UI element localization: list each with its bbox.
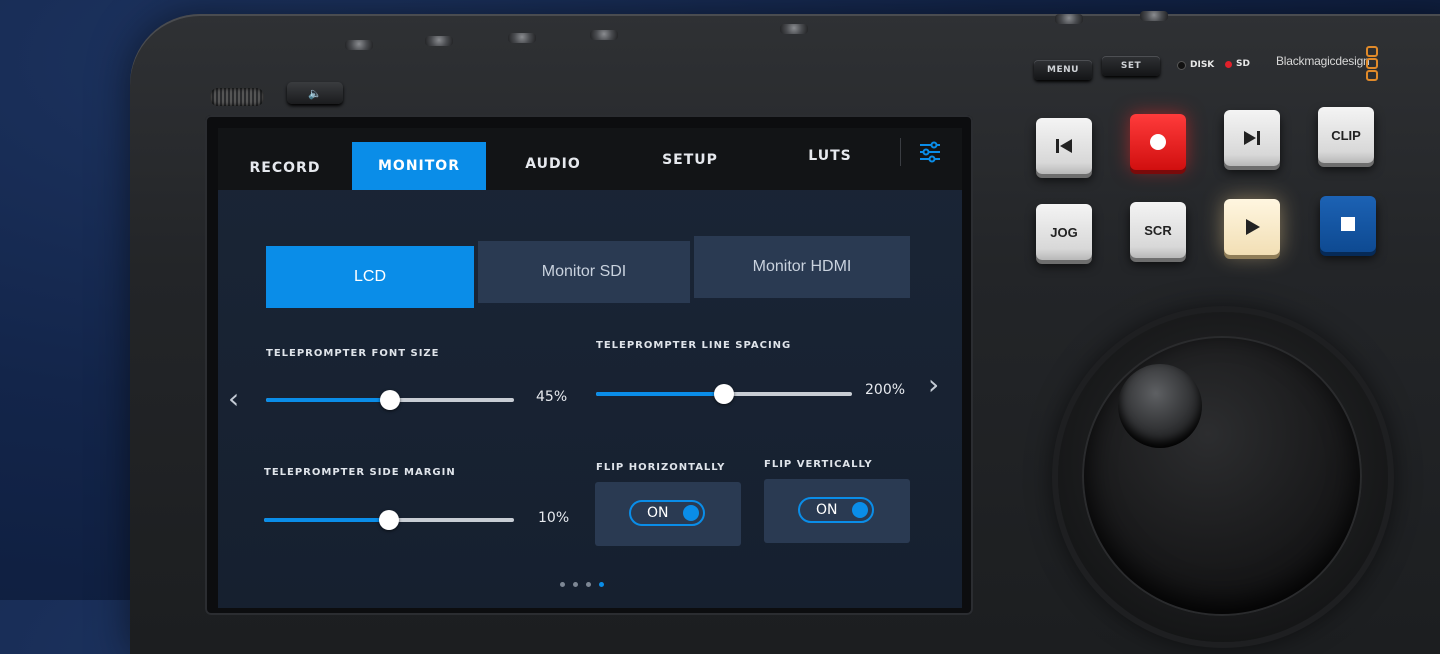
- tab-luts[interactable]: LUTS: [760, 134, 900, 178]
- side-margin-label: TELEPROMPTER SIDE MARGIN: [264, 467, 456, 478]
- record-icon: [1150, 134, 1166, 150]
- segment-monitor-sdi[interactable]: Monitor SDI: [478, 241, 690, 303]
- jog-wheel-face: [1082, 336, 1362, 616]
- skip-previous-icon: [1056, 139, 1072, 153]
- connector-jack: [1055, 14, 1083, 24]
- tab-separator: [900, 138, 901, 166]
- line-spacing-label: TELEPROMPTER LINE SPACING: [596, 340, 792, 351]
- scr-key[interactable]: SCR: [1130, 202, 1186, 258]
- disk-indicator: DISK: [1177, 60, 1214, 70]
- play-key[interactable]: [1224, 199, 1280, 255]
- previous-page-arrow-icon[interactable]: ‹: [228, 382, 239, 415]
- page-dot[interactable]: [573, 582, 578, 587]
- sd-led-icon: [1225, 60, 1232, 68]
- skip-next-icon: [1244, 131, 1260, 145]
- page-dot[interactable]: [586, 582, 591, 587]
- flip-vertical-panel: ON: [764, 479, 910, 543]
- stop-key[interactable]: [1320, 196, 1376, 252]
- slider-fill: [596, 392, 724, 396]
- settings-sliders-icon[interactable]: [918, 140, 942, 164]
- toggle-knob: [852, 502, 868, 518]
- next-page-arrow-icon[interactable]: ›: [928, 368, 939, 401]
- segment-lcd[interactable]: LCD: [266, 246, 474, 308]
- disk-label: DISK: [1190, 60, 1215, 70]
- tab-setup[interactable]: SETUP: [620, 138, 760, 182]
- flip-horizontal-label: FLIP HORIZONTALLY: [596, 462, 726, 473]
- page-indicator: [560, 582, 604, 587]
- brand-name: Blackmagicdesign: [1276, 54, 1370, 68]
- flip-vertical-toggle[interactable]: ON: [798, 497, 874, 523]
- record-key[interactable]: [1130, 114, 1186, 170]
- connector-jack: [425, 36, 453, 46]
- disk-led-icon: [1177, 60, 1186, 70]
- clip-key[interactable]: CLIP: [1318, 107, 1374, 163]
- toggle-state-text: ON: [647, 505, 669, 521]
- side-margin-value: 10%: [538, 510, 570, 526]
- jog-key[interactable]: JOG: [1036, 204, 1092, 260]
- line-spacing-value: 200%: [865, 382, 906, 398]
- font-size-slider[interactable]: [266, 390, 514, 410]
- font-size-label: TELEPROMPTER FONT SIZE: [266, 348, 440, 359]
- font-size-value: 45%: [536, 389, 568, 405]
- toggle-state-text: ON: [816, 502, 838, 518]
- page-dot-active[interactable]: [599, 582, 604, 587]
- slider-knob[interactable]: [714, 384, 734, 404]
- tab-audio[interactable]: AUDIO: [486, 142, 620, 186]
- tab-monitor[interactable]: MONITOR: [352, 142, 486, 190]
- next-key[interactable]: [1224, 110, 1280, 166]
- set-button[interactable]: SET: [1102, 56, 1160, 76]
- connector-jack: [780, 24, 808, 34]
- slider-knob[interactable]: [379, 510, 399, 530]
- connector-jack: [590, 30, 618, 40]
- speaker-icon: 🔈: [308, 86, 322, 100]
- sd-label: SD: [1236, 59, 1250, 69]
- flip-horizontal-panel: ON: [595, 482, 741, 546]
- tab-record[interactable]: RECORD: [218, 146, 352, 190]
- jog-wheel-dimple: [1118, 364, 1202, 448]
- tab-bar: RECORD MONITOR AUDIO SETUP LUTS: [218, 128, 962, 190]
- connector-jack: [1140, 11, 1168, 21]
- sd-indicator: SD: [1225, 59, 1250, 69]
- play-icon: [1246, 219, 1260, 235]
- side-margin-slider[interactable]: [264, 510, 514, 530]
- toggle-knob: [683, 505, 699, 521]
- connector-jack: [345, 40, 373, 50]
- flip-horizontal-toggle[interactable]: ON: [629, 500, 705, 526]
- slider-knob[interactable]: [380, 390, 400, 410]
- menu-button[interactable]: MENU: [1034, 60, 1092, 80]
- flip-vertical-label: FLIP VERTICALLY: [764, 459, 873, 470]
- touchscreen: RECORD MONITOR AUDIO SETUP LUTS LCD Moni…: [218, 128, 962, 608]
- page-dot[interactable]: [560, 582, 565, 587]
- brand-logo-icon: [1366, 46, 1378, 82]
- speaker-button[interactable]: 🔈: [287, 82, 343, 104]
- connector-jack: [508, 33, 536, 43]
- speaker-grille: [210, 88, 264, 106]
- slider-fill: [266, 398, 390, 402]
- segment-monitor-hdmi[interactable]: Monitor HDMI: [694, 236, 910, 298]
- line-spacing-slider[interactable]: [596, 384, 852, 404]
- previous-key[interactable]: [1036, 118, 1092, 174]
- stop-icon: [1341, 217, 1355, 231]
- slider-fill: [264, 518, 389, 522]
